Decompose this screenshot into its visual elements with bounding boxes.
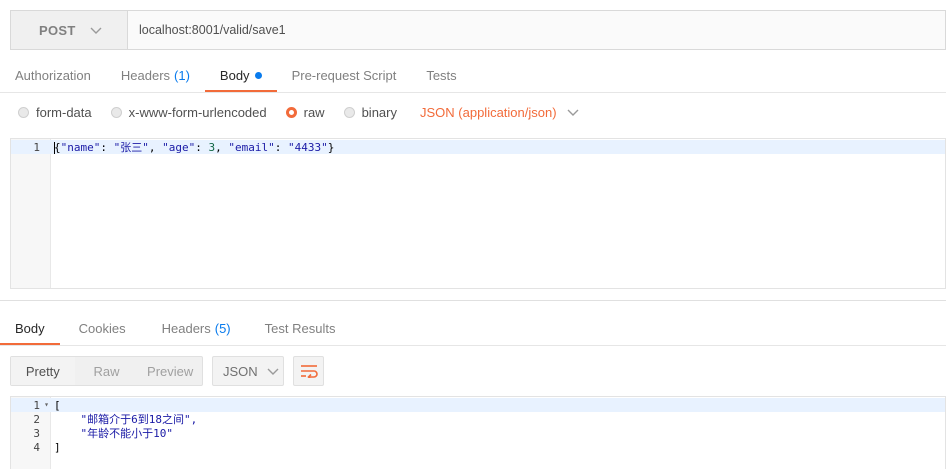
chevron-down-icon bbox=[90, 27, 102, 34]
divider bbox=[0, 345, 946, 346]
code-line: 3 "年龄不能小于10" bbox=[11, 426, 945, 441]
code-token: "name" bbox=[60, 141, 101, 154]
code-text: ] bbox=[54, 440, 61, 454]
wrap-lines-button[interactable] bbox=[293, 356, 324, 386]
headers-count-badge: (1) bbox=[174, 67, 190, 83]
chevron-down-icon bbox=[567, 109, 579, 116]
radio-binary[interactable]: binary bbox=[343, 104, 397, 120]
request-url-bar: POST bbox=[10, 10, 946, 50]
tab-label: Cookies bbox=[78, 320, 126, 336]
tab-label: Tests bbox=[426, 67, 457, 83]
code-token: { bbox=[54, 141, 61, 154]
format-dropdown[interactable]: JSON bbox=[212, 356, 284, 386]
code-token: : bbox=[100, 141, 114, 154]
code-token: , bbox=[148, 141, 163, 154]
tab-cookies[interactable]: Cookies bbox=[60, 310, 145, 346]
raw-button[interactable]: Raw bbox=[75, 357, 139, 385]
radio-raw[interactable]: raw bbox=[285, 104, 325, 120]
radio-label: binary bbox=[361, 104, 397, 120]
tab-response-headers[interactable]: Headers (5) bbox=[145, 310, 248, 346]
tab-label: Test Results bbox=[264, 320, 336, 336]
fold-arrow-icon[interactable]: ▾ bbox=[44, 400, 49, 409]
preview-button[interactable]: Preview bbox=[138, 357, 202, 385]
code-token: "email" bbox=[228, 141, 275, 154]
tab-label: Body bbox=[15, 320, 45, 336]
code-line: 2 "邮箱介于6到18之间", bbox=[11, 412, 945, 427]
content-type-dropdown[interactable]: JSON (application/json) bbox=[420, 105, 579, 120]
code-line: 1 {"name": "张三", "age": 3, "email": "443… bbox=[11, 140, 945, 154]
radio-checked-icon bbox=[285, 106, 297, 118]
code-token: } bbox=[327, 141, 335, 154]
tab-label: Body bbox=[219, 67, 250, 83]
radio-circle-icon bbox=[18, 106, 29, 118]
code-line: 1 ▾ [ bbox=[11, 398, 945, 412]
tab-test-results[interactable]: Test Results bbox=[248, 310, 353, 346]
method-label: POST bbox=[39, 22, 76, 38]
radio-urlencoded[interactable]: x-www-form-urlencoded bbox=[110, 104, 267, 120]
code-token: "age" bbox=[162, 141, 196, 154]
line-number: 2 bbox=[33, 412, 40, 426]
tab-label: Pre-request Script bbox=[291, 67, 397, 83]
content-type-label: JSON (application/json) bbox=[420, 104, 557, 120]
chevron-down-icon bbox=[267, 368, 279, 375]
radio-form-data[interactable]: form-data bbox=[18, 105, 92, 120]
code-line: 4 ] bbox=[11, 440, 945, 454]
divider bbox=[0, 300, 946, 301]
tab-tests[interactable]: Tests bbox=[411, 57, 471, 93]
divider bbox=[0, 92, 946, 93]
tab-pre-request-script[interactable]: Pre-request Script bbox=[277, 57, 412, 93]
tab-authorization[interactable]: Authorization bbox=[0, 57, 106, 93]
line-number: 1 bbox=[33, 140, 40, 154]
radio-label: raw bbox=[303, 104, 325, 120]
code-text: [ bbox=[54, 398, 61, 412]
request-tabs: Authorization Headers (1) Body Pre-reques… bbox=[0, 57, 472, 93]
format-label: JSON bbox=[223, 363, 258, 379]
radio-circle-icon bbox=[343, 106, 355, 118]
pretty-button[interactable]: Pretty bbox=[11, 357, 75, 385]
wrap-lines-icon bbox=[300, 365, 318, 378]
code-token: , bbox=[215, 141, 229, 154]
line-number: 3 bbox=[33, 426, 40, 440]
line-number-gutter bbox=[11, 139, 51, 288]
tab-label: Headers bbox=[161, 320, 211, 336]
code-token: : bbox=[274, 141, 288, 154]
code-text: {"name": "张三", "age": 3, "email": "4433"… bbox=[51, 139, 334, 155]
code-token: "张三" bbox=[113, 141, 149, 154]
response-body-viewer[interactable]: 1 ▾ [ 2 "邮箱介于6到18之间", 3 "年龄不能小于10" 4 ] bbox=[10, 396, 946, 469]
body-modified-dot-icon bbox=[254, 71, 262, 79]
tab-headers[interactable]: Headers (1) bbox=[106, 57, 205, 93]
radio-label: x-www-form-urlencoded bbox=[128, 104, 267, 120]
code-token: "4433" bbox=[287, 141, 328, 154]
tab-label: Headers bbox=[120, 67, 171, 83]
code-text: "年龄不能小于10" bbox=[54, 427, 173, 440]
line-number: 4 bbox=[33, 440, 40, 454]
view-mode-group: Pretty Raw Preview bbox=[10, 356, 203, 386]
tab-body[interactable]: Body bbox=[204, 57, 277, 93]
radio-label: form-data bbox=[36, 104, 92, 120]
response-tabs: Body Cookies Headers (5) Test Results bbox=[0, 310, 352, 346]
code-token: : bbox=[195, 141, 209, 154]
line-number: 1 ▾ bbox=[11, 399, 51, 412]
line-number-text: 1 bbox=[33, 398, 40, 412]
headers-count-badge: (5) bbox=[214, 320, 231, 336]
request-body-editor[interactable]: 1 {"name": "张三", "age": 3, "email": "443… bbox=[10, 138, 946, 289]
radio-circle-icon bbox=[110, 106, 122, 118]
url-input[interactable] bbox=[128, 11, 945, 49]
method-dropdown[interactable]: POST bbox=[11, 11, 128, 49]
tab-response-body[interactable]: Body bbox=[0, 310, 60, 346]
tab-label: Authorization bbox=[15, 67, 91, 83]
body-type-selector: form-data x-www-form-urlencoded raw bina… bbox=[18, 101, 579, 123]
